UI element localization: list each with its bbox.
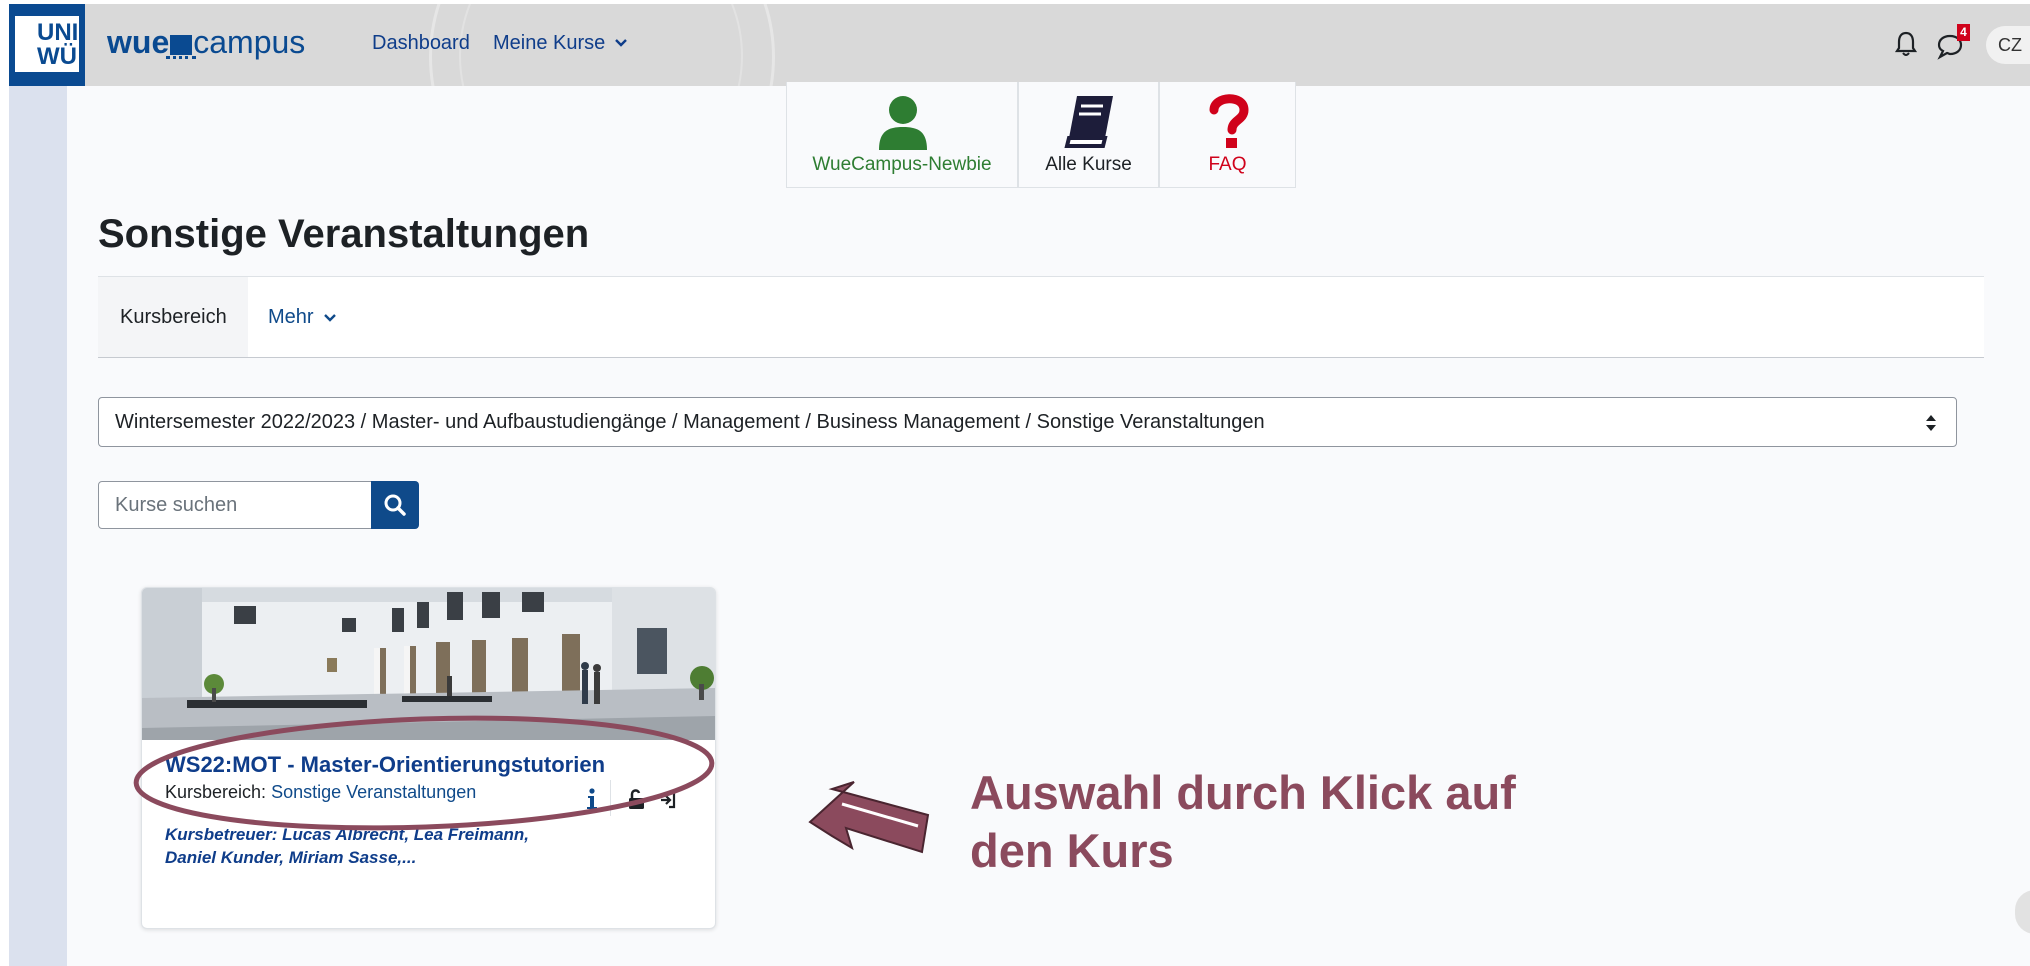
- tile-alle-kurse-label: Alle Kurse: [1045, 154, 1132, 175]
- annotation-text: Auswahl durch Klick auf den Kurs: [970, 766, 1516, 877]
- nav-dashboard[interactable]: Dashboard: [372, 32, 470, 55]
- course-title[interactable]: WS22:MOT - Master-Orientierungstutorien: [165, 752, 605, 778]
- tile-newbie[interactable]: WueCampus-Newbie: [786, 82, 1018, 188]
- svg-text:WÜ: WÜ: [37, 43, 77, 70]
- university-logo-mark: UNI WÜ: [37, 19, 78, 70]
- category-select-value: Wintersemester 2022/2023 / Master- und A…: [115, 411, 1265, 433]
- course-image[interactable]: [142, 588, 715, 740]
- course-search-input[interactable]: Kurse suchen: [98, 481, 372, 529]
- brand-prefix: wue: [107, 24, 170, 60]
- tile-faq-label: FAQ: [1208, 154, 1247, 175]
- search-button[interactable]: [371, 481, 419, 529]
- brand-wordmark[interactable]: wue campus: [107, 24, 305, 61]
- course-category: Kursbereich: Sonstige Veranstaltungen: [165, 782, 477, 802]
- chevron-down-icon: [614, 39, 627, 47]
- top-navbar: UNI WÜ wue campus Dashboard Meine Kurse 4…: [9, 4, 2030, 86]
- unlock-icon[interactable]: [627, 788, 647, 810]
- secondary-nav: Kursbereich Mehr: [98, 276, 1984, 358]
- nav-meine-kurse[interactable]: Meine Kurse: [493, 32, 627, 55]
- brand-suffix: campus: [193, 24, 306, 60]
- bell-icon[interactable]: [1894, 30, 1918, 58]
- course-card[interactable]: WS22:MOT - Master-Orientierungstutorien …: [141, 587, 716, 929]
- tile-newbie-label: WueCampus-Newbie: [812, 154, 992, 175]
- sort-arrows-icon: [1926, 415, 1936, 431]
- question-icon: [1209, 94, 1249, 148]
- search-icon: [384, 494, 406, 516]
- page-title: Sonstige Veranstaltungen: [98, 212, 590, 256]
- tab-mehr[interactable]: Mehr: [268, 277, 358, 357]
- chevron-down-icon: [324, 314, 336, 322]
- enrol-icon[interactable]: [657, 790, 677, 812]
- university-logo[interactable]: UNI WÜ: [9, 4, 85, 86]
- user-avatar[interactable]: CZ: [1986, 26, 2030, 64]
- tile-alle-kurse[interactable]: Alle Kurse: [1018, 82, 1159, 188]
- course-image-hall: [142, 588, 715, 740]
- tab-kursbereich[interactable]: Kursbereich: [98, 277, 248, 357]
- svg-text:UNI: UNI: [37, 19, 78, 46]
- book-icon: [1064, 96, 1113, 148]
- course-teachers: Kursbetreuer: Lucas Albrecht, Lea Freima…: [165, 825, 530, 867]
- user-icon: [879, 96, 927, 150]
- tile-faq[interactable]: FAQ: [1159, 82, 1296, 188]
- info-icon[interactable]: [585, 788, 599, 810]
- category-select[interactable]: Wintersemester 2022/2023 / Master- und A…: [98, 397, 1957, 447]
- course-category-link[interactable]: Sonstige Veranstaltungen: [271, 782, 476, 802]
- message-count-badge: 4: [1957, 24, 1970, 41]
